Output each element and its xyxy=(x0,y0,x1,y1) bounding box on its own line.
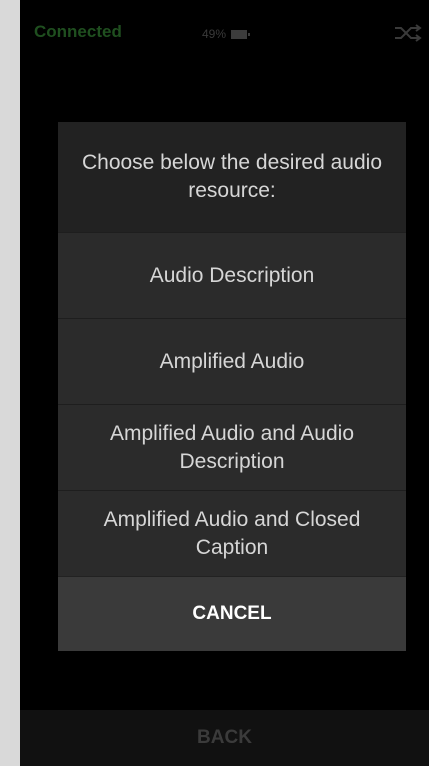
audio-options-list: Audio Description Amplified Audio Amplif… xyxy=(58,232,406,576)
connection-status: Connected xyxy=(34,22,122,41)
battery-status: 49% xyxy=(202,27,251,41)
option-audio-description[interactable]: Audio Description xyxy=(58,232,406,318)
back-button[interactable]: BACK xyxy=(197,727,252,749)
battery-icon xyxy=(231,29,251,39)
audio-resource-dialog: Choose below the desired audio resource:… xyxy=(58,122,406,651)
status-bar: Connected 49% xyxy=(20,0,429,66)
shuffle-icon[interactable] xyxy=(393,23,423,43)
dialog-title: Choose below the desired audio resource: xyxy=(81,151,383,202)
battery-percent: 49% xyxy=(202,27,227,41)
cancel-button[interactable]: CANCEL xyxy=(58,577,406,651)
option-amplified-audio-and-audio-description[interactable]: Amplified Audio and Audio Description xyxy=(58,404,406,490)
option-amplified-audio-and-closed-caption[interactable]: Amplified Audio and Closed Caption xyxy=(58,490,406,576)
bottom-bar: BACK xyxy=(20,710,429,766)
option-amplified-audio[interactable]: Amplified Audio xyxy=(58,318,406,404)
phone-screen: Connected 49% Choose below the desired a… xyxy=(20,0,429,766)
